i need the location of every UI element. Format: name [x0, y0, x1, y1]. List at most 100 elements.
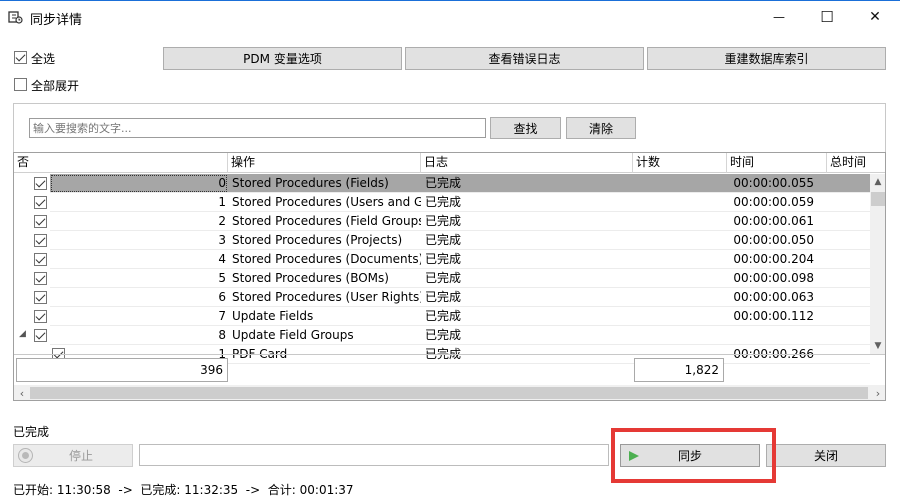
row-number: 3: [50, 231, 228, 250]
row-total-time: [827, 193, 870, 212]
row-total-time: [827, 250, 870, 269]
footer-count-total: 1,822: [634, 358, 724, 382]
clear-button[interactable]: 清除: [566, 117, 636, 139]
row-total-time: [827, 231, 870, 250]
view-error-log-button[interactable]: 查看错误日志: [405, 47, 644, 70]
row-checkbox[interactable]: [34, 177, 47, 190]
expand-all-checkbox[interactable]: [14, 78, 27, 91]
column-header-total-time[interactable]: 总时间: [827, 153, 885, 173]
column-header-log[interactable]: 日志: [421, 153, 633, 173]
row-time: 00:00:00.063: [727, 288, 827, 307]
row-operation: Stored Procedures (Projects): [228, 231, 421, 250]
row-checkbox[interactable]: [34, 329, 47, 342]
grid-header: 否 操作 日志 计数 时间 总时间: [14, 153, 885, 173]
row-number: 0: [50, 174, 228, 193]
row-operation: Update Field Groups: [228, 326, 421, 345]
table-row[interactable]: 5 Stored Procedures (BOMs) 已完成 00:00:00.098: [14, 269, 870, 288]
expand-toggle-icon[interactable]: ◢: [19, 329, 26, 339]
column-header-count[interactable]: 计数: [633, 153, 727, 173]
minimize-icon: —: [773, 9, 785, 24]
close-button[interactable]: 关闭: [766, 444, 886, 467]
row-time: [727, 326, 827, 345]
table-row[interactable]: 4 Stored Procedures (Documents) 已完成 00:00:0…: [14, 250, 870, 269]
minimize-button[interactable]: —: [756, 1, 802, 32]
row-log: 已完成: [421, 193, 633, 212]
table-row[interactable]: 0 Stored Procedures (Fields) 已完成 00:00:00.0…: [14, 174, 870, 193]
row-operation: Stored Procedures (User Rights): [228, 288, 421, 307]
row-total-time: [827, 288, 870, 307]
app-icon: [7, 9, 23, 25]
scroll-up-icon[interactable]: ▲: [870, 174, 885, 190]
row-number: 6: [50, 288, 228, 307]
row-count: [633, 288, 727, 307]
maximize-button[interactable]: ☐: [804, 1, 850, 32]
table-row[interactable]: 1 Stored Procedures (Users and G... 已完成 00:…: [14, 193, 870, 212]
scroll-left-icon[interactable]: ‹: [14, 385, 30, 400]
row-total-time: [827, 174, 870, 193]
row-operation: Stored Procedures (Documents): [228, 250, 421, 269]
close-window-button[interactable]: ✕: [852, 1, 898, 32]
table-row[interactable]: 3 Stored Procedures (Projects) 已完成 00:00:00…: [14, 231, 870, 250]
rebuild-index-button[interactable]: 重建数据库索引: [647, 47, 886, 70]
stop-button-label: 停止: [68, 449, 93, 463]
scroll-down-icon[interactable]: ▼: [870, 338, 885, 354]
row-count: [633, 212, 727, 231]
row-checkbox[interactable]: [34, 291, 47, 304]
row-checkbox[interactable]: [34, 234, 47, 247]
row-checkbox[interactable]: [34, 253, 47, 266]
row-log: 已完成: [421, 174, 633, 193]
vertical-scrollbar[interactable]: ▲ ▼: [870, 174, 885, 354]
row-number: 8: [50, 326, 228, 345]
progress-status-label: 已完成: [13, 425, 50, 439]
row-time: 00:00:00.204: [727, 250, 827, 269]
pdm-options-button[interactable]: PDM 变量选项: [163, 47, 402, 70]
find-button[interactable]: 查找: [490, 117, 561, 139]
row-time: 00:00:00.098: [727, 269, 827, 288]
row-operation: Stored Procedures (Field Groups): [228, 212, 421, 231]
row-log: 已完成: [421, 269, 633, 288]
table-row[interactable]: ◢ 8 Update Field Groups 已完成: [14, 326, 870, 345]
close-icon: ✕: [869, 8, 881, 25]
row-log: 已完成: [421, 250, 633, 269]
row-total-time: [827, 212, 870, 231]
row-number: 1: [50, 193, 228, 212]
row-number: 2: [50, 212, 228, 231]
row-count: [633, 231, 727, 250]
row-checkbox[interactable]: [34, 272, 47, 285]
table-row[interactable]: 6 Stored Procedures (User Rights) 已完成 00:00…: [14, 288, 870, 307]
row-count: [633, 326, 727, 345]
grid-footer-separator: [14, 354, 885, 355]
scroll-right-icon[interactable]: ›: [870, 385, 885, 400]
row-total-time: [827, 307, 870, 326]
row-count: [633, 269, 727, 288]
expand-all-label: 全部展开: [31, 79, 80, 93]
row-number: 4: [50, 250, 228, 269]
footer-row-total: 396: [16, 358, 228, 382]
row-time: 00:00:00.061: [727, 212, 827, 231]
progress-bar: [139, 444, 609, 466]
row-count: [633, 250, 727, 269]
row-log: 已完成: [421, 307, 633, 326]
column-header-time[interactable]: 时间: [727, 153, 827, 173]
row-checkbox[interactable]: [34, 196, 47, 209]
row-checkbox[interactable]: [34, 310, 47, 323]
table-row[interactable]: 2 Stored Procedures (Field Groups) 已完成 00:0…: [14, 212, 870, 231]
row-operation: Update Fields: [228, 307, 421, 326]
select-all-checkbox[interactable]: [14, 51, 27, 64]
title-bar: 同步详情 — ☐ ✕: [0, 0, 900, 32]
row-time: 00:00:00.059: [727, 193, 827, 212]
search-input[interactable]: [29, 118, 486, 138]
row-checkbox[interactable]: [34, 215, 47, 228]
table-row[interactable]: 7 Update Fields 已完成 00:00:00.112: [14, 307, 870, 326]
vertical-scroll-thumb[interactable]: [871, 192, 885, 206]
row-log: 已完成: [421, 326, 633, 345]
horizontal-scrollbar[interactable]: ‹ ›: [14, 385, 885, 400]
horizontal-scroll-thumb[interactable]: [30, 387, 868, 399]
stop-button[interactable]: 停止: [13, 444, 133, 467]
row-operation: Stored Procedures (Fields): [228, 174, 421, 193]
column-header-operation[interactable]: 操作: [228, 153, 421, 173]
column-header-number[interactable]: 否: [14, 153, 228, 173]
sync-grid: 否 操作 日志 计数 时间 总时间 0 Stored Procedures (Fi…: [13, 152, 886, 401]
row-log: 已完成: [421, 231, 633, 250]
row-count: [633, 174, 727, 193]
